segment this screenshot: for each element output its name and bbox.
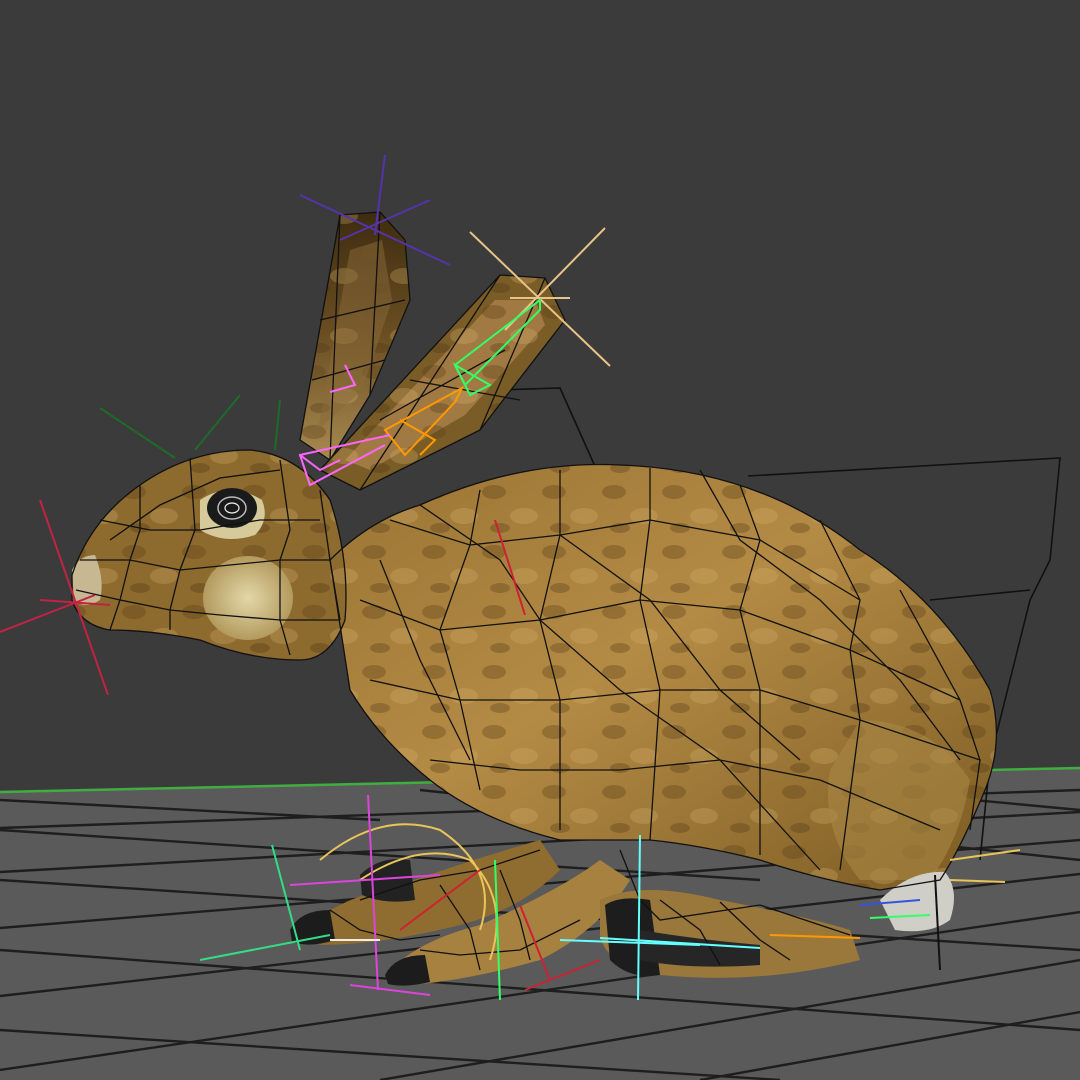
scene-canvas[interactable]	[0, 0, 1080, 1080]
hare-head[interactable]	[72, 450, 346, 660]
head-locator[interactable]	[99, 394, 281, 459]
3d-viewport[interactable]	[0, 0, 1080, 1080]
